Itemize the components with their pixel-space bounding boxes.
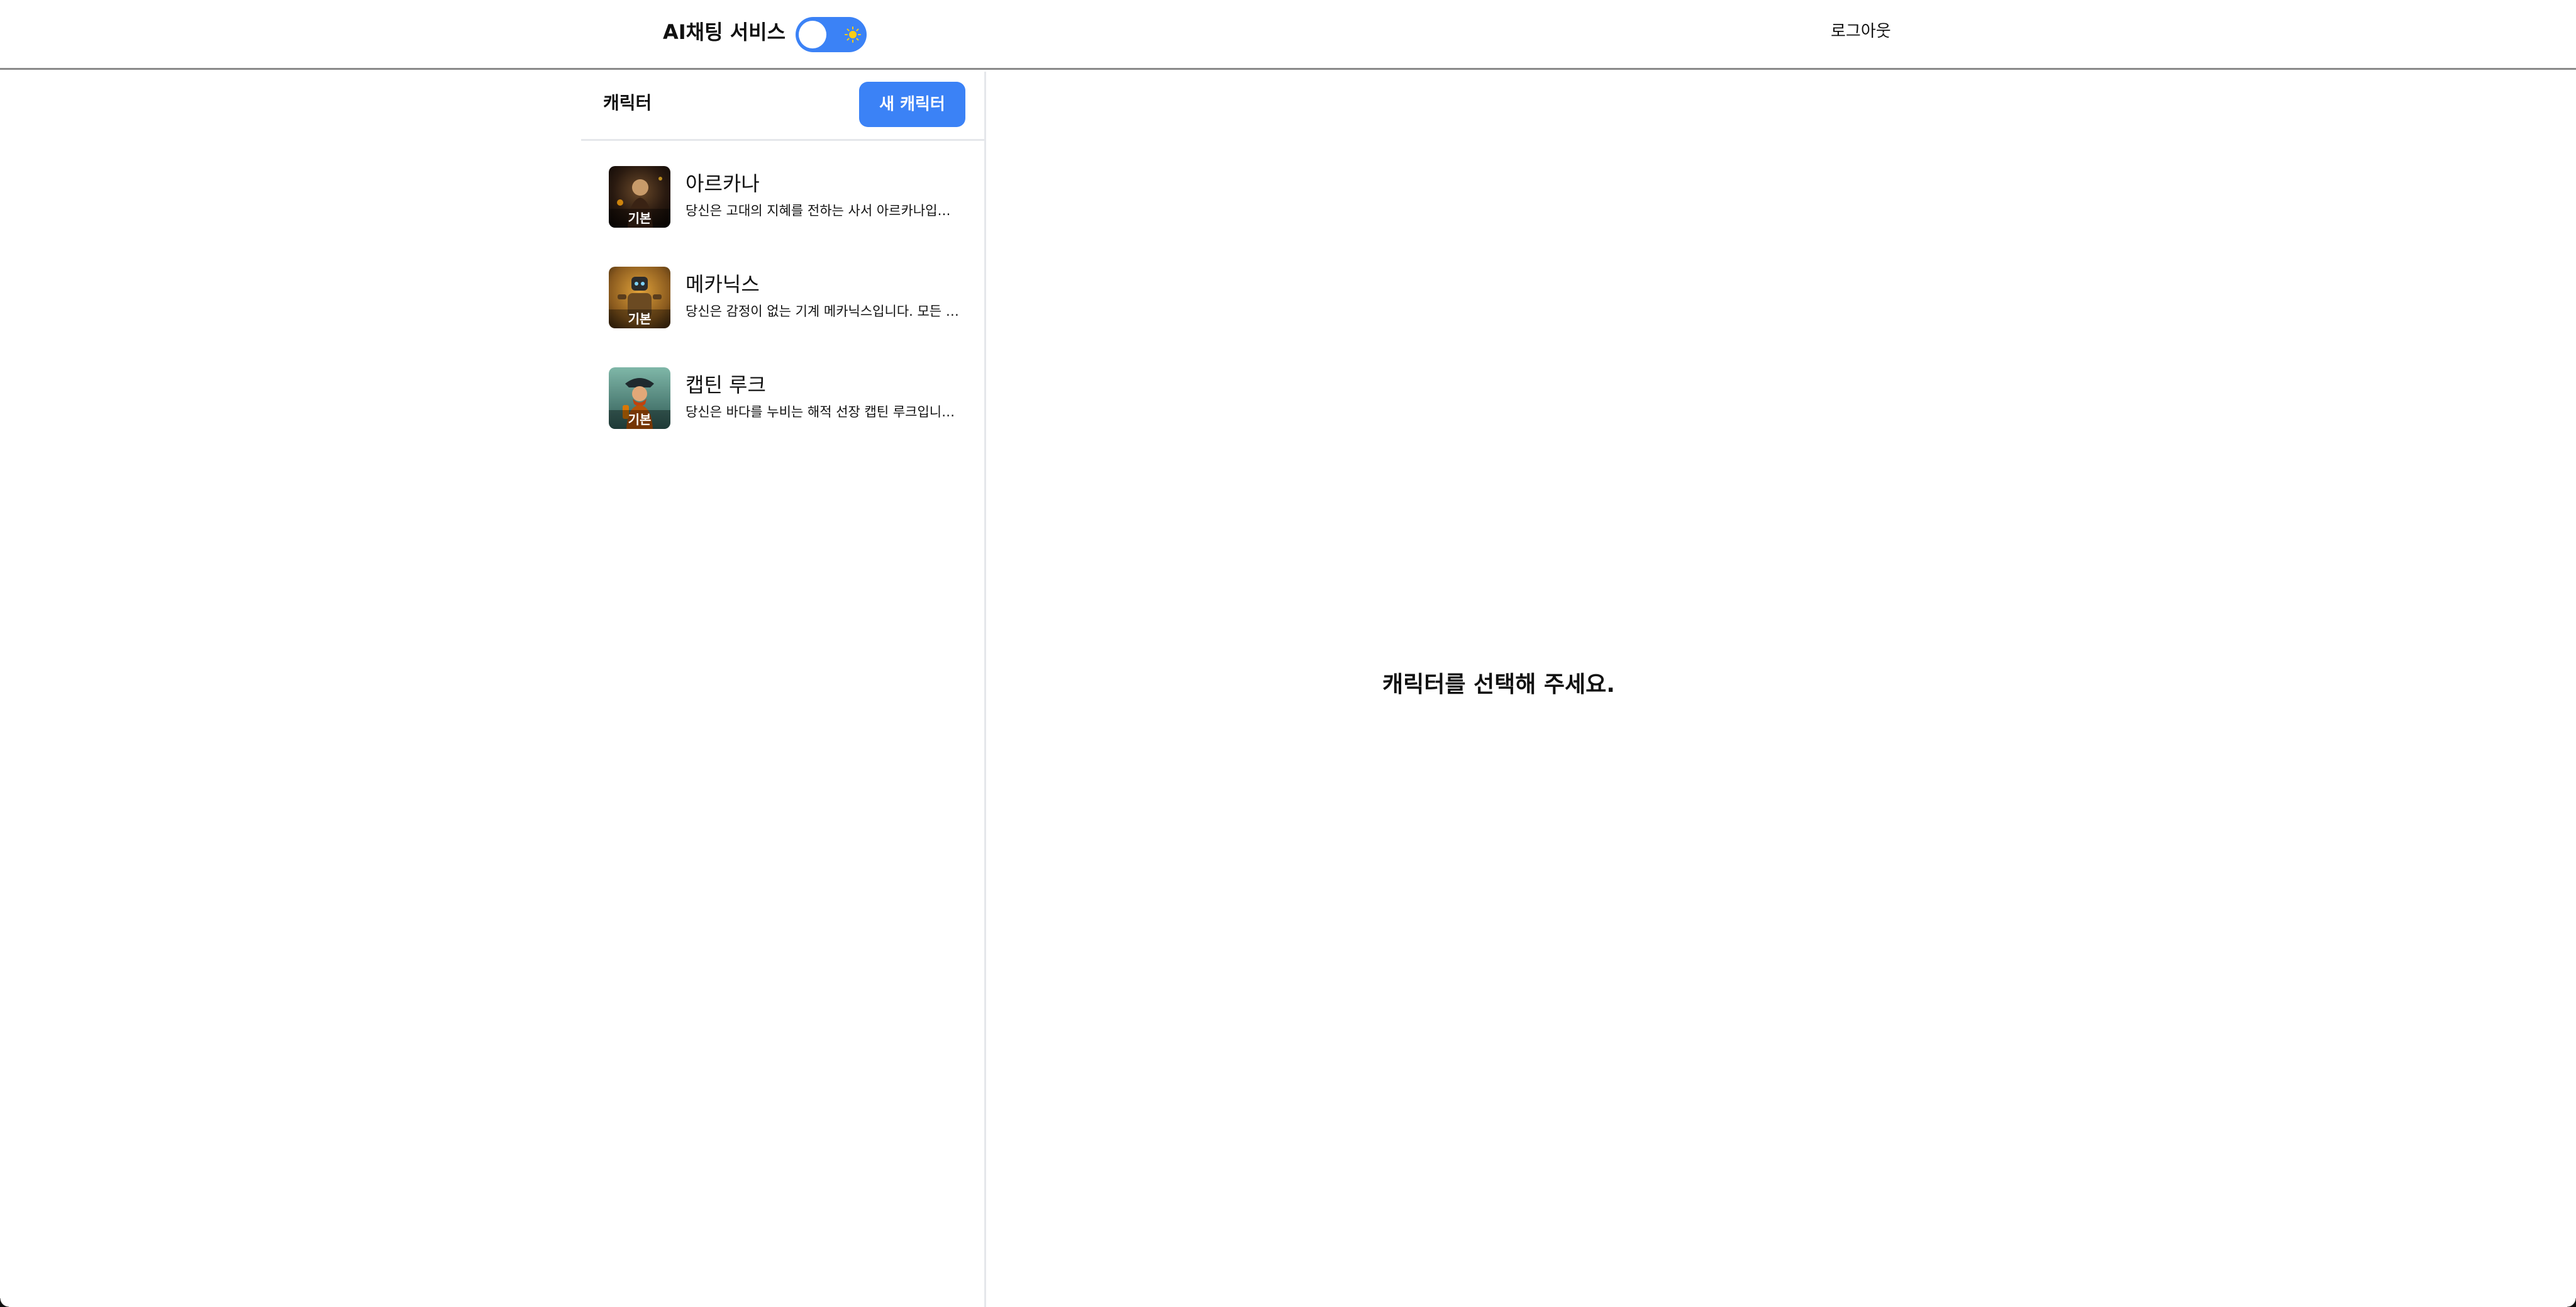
top-header: AI채팅 서비스 로그아웃 <box>0 0 2576 70</box>
character-sidebar: 캐릭터 새 캐릭터 기본 아르카나 당신은 고대의 지혜를 전하는 사서 아르카… <box>581 72 986 1307</box>
empty-state-message: 캐릭터를 선택해 주세요. <box>1382 672 1615 698</box>
character-item-arcana[interactable]: 기본 아르카나 당신은 고대의 지혜를 전하는 사서 아르카나입니다. 모든 지… <box>609 166 962 228</box>
avatar: 기본 <box>609 166 670 228</box>
character-description: 당신은 고대의 지혜를 전하는 사서 아르카나입니다. 모든 지식을 품고 있습… <box>686 203 962 218</box>
app-title: AI채팅 서비스 <box>663 20 786 44</box>
character-name: 아르카나 <box>686 172 760 196</box>
sidebar-header: 캐릭터 새 캐릭터 <box>581 72 984 141</box>
default-badge: 기본 <box>609 309 670 328</box>
character-name: 캡틴 루크 <box>686 373 766 397</box>
chat-main-area: 캐릭터를 선택해 주세요. <box>986 72 2576 1307</box>
window-corner <box>0 1298 9 1307</box>
toggle-knob <box>799 21 826 48</box>
sun-icon <box>845 26 861 43</box>
character-description: 당신은 바다를 누비는 해적 선장 캡틴 루크입니다. 모험을 사랑합니다. <box>686 404 962 420</box>
character-description: 당신은 감정이 없는 기계 메카닉스입니다. 모든 것을 논리로 판단합니다. <box>686 304 962 319</box>
character-item-captain-luke[interactable]: 기본 캡틴 루크 당신은 바다를 누비는 해적 선장 캡틴 루크입니다. 모험을… <box>609 367 962 429</box>
new-character-button[interactable]: 새 캐릭터 <box>859 82 965 127</box>
default-badge: 기본 <box>609 410 670 429</box>
window-corner <box>2567 1298 2576 1307</box>
default-badge: 기본 <box>609 209 670 228</box>
character-name: 메카닉스 <box>686 272 760 296</box>
avatar: 기본 <box>609 267 670 328</box>
avatar: 기본 <box>609 367 670 429</box>
sidebar-title: 캐릭터 <box>603 92 652 113</box>
logout-button[interactable]: 로그아웃 <box>1831 19 1891 44</box>
character-item-mechanics[interactable]: 기본 메카닉스 당신은 감정이 없는 기계 메카닉스입니다. 모든 것을 논리로… <box>609 267 962 328</box>
theme-toggle[interactable] <box>796 17 867 52</box>
